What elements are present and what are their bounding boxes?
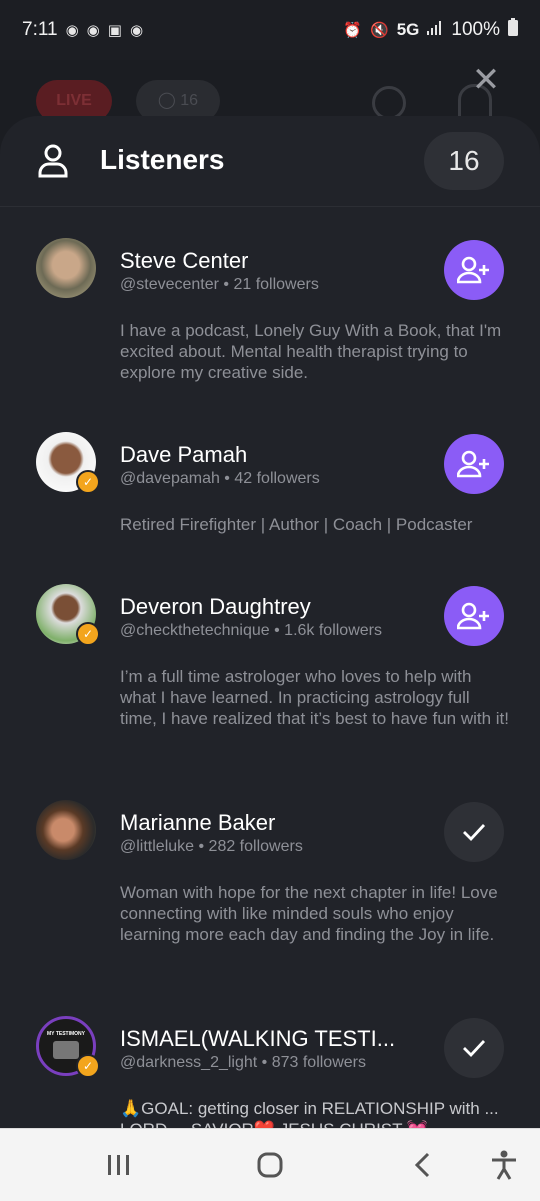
person-icon: ◯ xyxy=(157,92,176,109)
listener-bio: I have a podcast, Lonely Guy With a Book… xyxy=(120,321,502,382)
following-button[interactable] xyxy=(444,1018,504,1078)
battery-icon xyxy=(508,18,518,42)
recent-apps-icon[interactable] xyxy=(103,1149,135,1181)
verified-badge-icon: ✓ xyxy=(76,1054,100,1078)
follow-button[interactable] xyxy=(444,240,504,300)
person-icon xyxy=(38,144,68,178)
status-bar: 7:11 ◉ ◉ ▣ ◉ ⏰ 🔇 5G 100% xyxy=(0,0,540,60)
listener-handle: @davepamah • 42 followers xyxy=(120,470,320,487)
listener-name[interactable]: Deveron Daughtrey xyxy=(120,594,311,620)
verified-badge-icon: ✓ xyxy=(76,622,100,646)
add-user-icon xyxy=(457,450,489,478)
avatar[interactable]: ✓ xyxy=(36,432,100,494)
add-user-icon xyxy=(457,256,489,284)
avatar[interactable]: MY TESTIMONY ✓ xyxy=(36,1016,100,1078)
sheet-header: Listeners 16 xyxy=(0,116,540,207)
signal-icon xyxy=(427,19,443,41)
chat-icon xyxy=(372,86,406,120)
listener-bio: Woman with hope for the next chapter in … xyxy=(120,883,498,944)
follow-button[interactable] xyxy=(444,586,504,646)
listener-handle: @checkthetechnique • 1.6k followers xyxy=(120,622,382,639)
notification-icon: ◉ xyxy=(86,22,100,39)
listener-handle: @littleluke • 282 followers xyxy=(120,838,303,855)
back-icon[interactable] xyxy=(406,1149,438,1181)
listeners-sheet: Listeners 16 Steve Center @stevecenter •… xyxy=(0,116,540,1128)
home-icon[interactable] xyxy=(254,1149,286,1181)
listener-name[interactable]: ISMAEL(WALKING TESTI... xyxy=(120,1026,395,1052)
listener-name[interactable]: Marianne Baker xyxy=(120,810,275,836)
listener-handle: @stevecenter • 21 followers xyxy=(120,276,319,293)
following-button[interactable] xyxy=(444,802,504,862)
listener-handle: @darkness_2_light • 873 followers xyxy=(120,1054,366,1071)
listener-name[interactable]: Dave Pamah xyxy=(120,442,247,468)
sheet-title: Listeners xyxy=(100,144,225,175)
app-icon: ▣ xyxy=(107,22,122,39)
checkmark-icon xyxy=(463,824,486,842)
close-icon[interactable]: ✕ xyxy=(468,62,504,98)
mute-icon: 🔇 xyxy=(370,22,389,39)
listener-bio: Retired Firefighter | Author | Coach | P… xyxy=(120,515,473,534)
avatar-caption: MY TESTIMONY xyxy=(47,1031,85,1037)
avatar[interactable] xyxy=(36,800,96,860)
checkmark-icon xyxy=(463,1040,486,1058)
follow-button[interactable] xyxy=(444,434,504,494)
alarm-icon: ⏰ xyxy=(343,22,363,39)
notification-icon: ◉ xyxy=(65,22,79,39)
avatar[interactable] xyxy=(36,238,96,298)
listener-count-badge: 16 xyxy=(424,132,504,190)
listener-name[interactable]: Steve Center xyxy=(120,248,248,274)
network-label: 5G xyxy=(396,20,420,39)
status-time: 7:11 xyxy=(22,19,58,40)
accessibility-icon[interactable] xyxy=(488,1149,520,1181)
add-user-icon xyxy=(457,602,489,630)
avatar[interactable]: ✓ xyxy=(36,584,100,646)
system-nav-bar xyxy=(0,1128,540,1201)
verified-badge-icon: ✓ xyxy=(76,470,100,494)
listener-count: 16 xyxy=(180,92,199,109)
listener-bio: 🙏GOAL: getting closer in RELATIONSHIP wi… xyxy=(120,1099,499,1128)
battery-level: 100% xyxy=(451,19,500,40)
listener-bio: I’m a full time astrologer who loves to … xyxy=(120,667,509,728)
notification-icon: ◉ xyxy=(129,22,144,39)
